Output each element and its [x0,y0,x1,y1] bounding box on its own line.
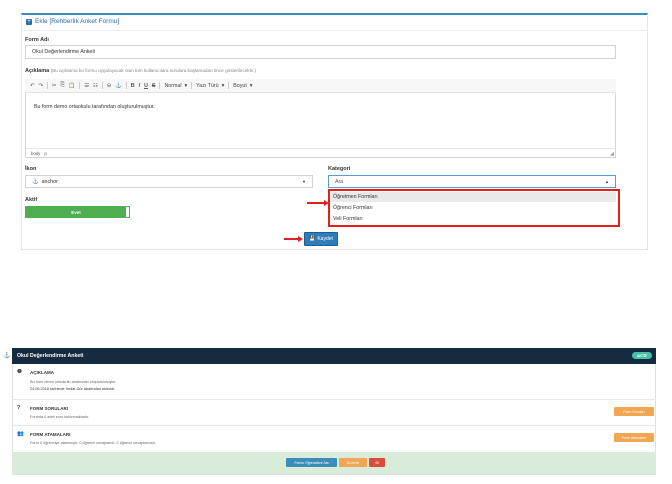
preview-panel-title: Okul Değerlendirme Anketi [17,353,84,359]
description-label-text: Açıklama [25,68,50,74]
caret-up-icon: ▲ [605,179,609,184]
copy-icon[interactable]: ⎘ [60,82,64,89]
font-dropdown-label: Yazı Türü [196,82,219,89]
unordered-list-icon[interactable]: ☷ [93,83,98,89]
icon-label: İkon [25,166,37,172]
section-text: Bu form demo ortaokulu tarafından oluştu… [30,380,117,384]
category-option[interactable]: Öğrenci Formları [331,203,616,213]
active-toggle-on[interactable]: Evet [26,207,126,217]
section-title: FORM SORULARI [30,406,68,411]
anchor-icon: ⚓ [32,178,39,185]
ordered-list-icon[interactable]: ☰ [84,83,89,89]
undo-icon[interactable]: ↶ [30,83,34,89]
users-icon: 👥 [17,431,24,437]
toolbar-separator [46,82,48,89]
section-title: AÇIKLAMA [30,370,54,375]
editor-toolbar: ↶ ↷ ✂ ⎘ 📋 ☰ ☷ ⊖ ⚓ B I U S Normal ▾ Yazı … [25,79,616,93]
edit-button[interactable]: Düzenle [339,458,367,467]
category-search-text: Ara [335,178,344,185]
editor-content[interactable]: Bu form demo ortaokulu tarafından oluştu… [34,104,155,110]
toolbar-separator [159,82,161,89]
info-icon: ❶ [17,369,22,375]
size-dropdown[interactable]: Boyut ▾ [233,83,252,89]
category-select[interactable]: Ara ▲ [328,175,616,188]
section-text: Form 0 öğrenciye atanmıştır. 0 öğrenci c… [30,441,156,445]
form-card-title: Ekle [Rehberlik Anket Formu] [35,18,120,25]
section-text: Formda 0 adet soru bulunmaktadır. [30,415,90,419]
italic-button[interactable]: I [139,83,140,89]
divider [12,399,656,400]
active-label: Aktif [25,197,38,203]
form-name-input[interactable]: Okul Değerlendirme Anketi [25,45,616,59]
caret-down-icon: ▼ [302,179,306,184]
underline-button[interactable]: U [144,83,148,89]
divider [12,425,656,426]
status-badge: AKTİF [632,352,652,359]
form-assignments-button[interactable]: Form Atamaları [614,433,654,442]
format-dropdown[interactable]: Normal ▾ [164,83,187,89]
strikethrough-button[interactable]: S [152,83,156,89]
category-label: Kategori [328,166,351,172]
toolbar-separator [125,82,127,89]
redo-icon[interactable]: ↷ [38,83,42,89]
description-hint: (Bu açıklama bu formu uygulayacak olan t… [50,68,256,73]
save-button[interactable]: 💾 Kaydet [304,232,338,246]
plus-square-icon: + [26,18,32,25]
icon-select-value: anchor [41,178,58,185]
assign-to-students-button[interactable]: Formu Öğrencilere Ata [286,458,337,467]
resize-grip-icon[interactable]: ◢ [610,151,614,157]
bold-button[interactable]: B [131,83,135,89]
form-name-value: Okul Değerlendirme Anketi [32,49,96,55]
status-path-body[interactable]: body [31,151,40,156]
form-card-header: + Ekle [Rehberlik Anket Formu] [26,18,119,25]
anchor-icon: ⚓ [3,353,11,359]
annotation-arrow [307,202,325,204]
delete-button[interactable]: Sil [369,458,385,467]
toolbar-separator [79,82,81,89]
category-option[interactable]: Veli Formları [331,214,616,224]
question-icon: ? [17,405,21,411]
divider [21,30,648,31]
section-text: 24.05.2018 tarihinde Vedat Gür tarafında… [30,387,116,391]
form-questions-button[interactable]: Form Soruları [614,407,654,416]
description-label: Açıklama (Bu açıklama bu formu uygulayac… [25,68,256,74]
preview-panel-header: Okul Değerlendirme Anketi [12,348,656,364]
anchor-icon[interactable]: ⚓ [115,83,122,89]
cut-icon[interactable]: ✂ [52,83,56,89]
save-icon: 💾 [309,236,316,242]
annotation-arrowhead [298,236,303,242]
toolbar-separator [191,82,193,89]
toolbar-separator [101,82,103,89]
format-dropdown-label: Normal [164,82,182,89]
annotation-arrow [284,238,299,240]
category-option[interactable]: Öğretmen Formları [331,192,616,202]
form-name-label: Form Adı [25,37,49,43]
size-dropdown-label: Boyut [233,82,247,89]
toolbar-separator [228,82,230,89]
font-dropdown[interactable]: Yazı Türü ▾ [196,83,224,89]
section-title: FORM ATAMALARI [30,432,71,437]
paste-icon[interactable]: 📋 [69,83,76,89]
icon-select[interactable]: ⚓ anchor ▼ [25,175,313,188]
status-path-p[interactable]: p [44,151,46,156]
horizontal-rule-icon[interactable]: ⊖ [107,83,111,89]
editor-status-bar: body p [25,148,616,158]
save-button-label: Kaydet [317,236,333,242]
